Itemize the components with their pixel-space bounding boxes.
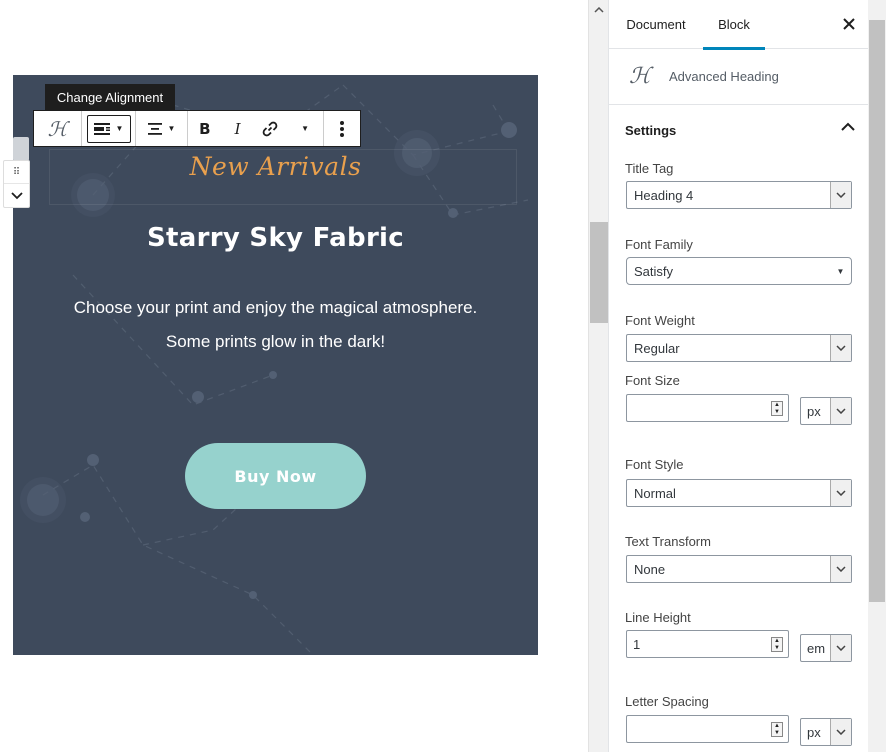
italic-button[interactable]: I: [222, 111, 254, 146]
paragraph-line[interactable]: Choose your print and enjoy the magical …: [13, 298, 538, 318]
change-alignment-button[interactable]: ▼: [82, 111, 135, 146]
chevron-down-icon: [830, 182, 851, 208]
font-family-label: Font Family: [625, 237, 693, 252]
scrollbar-thumb[interactable]: [590, 222, 608, 323]
font-size-unit: px: [807, 403, 821, 419]
editor-scrollbar[interactable]: [588, 0, 608, 752]
panel-title: Settings: [625, 122, 677, 138]
buy-now-button[interactable]: Buy Now: [185, 443, 366, 509]
tooltip: Change Alignment: [45, 84, 175, 116]
font-weight-value: Regular: [634, 340, 680, 356]
drag-handle-icon[interactable]: ⠿: [4, 161, 29, 184]
number-spinner-icon[interactable]: ▲ ▼: [771, 722, 783, 737]
font-style-select[interactable]: Normal: [626, 479, 852, 507]
caret-down-icon: ▼: [301, 124, 310, 133]
editor-canvas: New Arrivals Starry Sky Fabric Choose yo…: [0, 0, 588, 752]
close-sidebar-button[interactable]: [837, 12, 861, 36]
scroll-up-arrow[interactable]: [589, 0, 609, 20]
settings-sidebar: Document Block ℋ Advanced Heading Settin…: [608, 0, 869, 752]
number-spinner-icon[interactable]: ▲ ▼: [771, 637, 783, 652]
chevron-down-icon: [830, 556, 851, 582]
line-height-value: 1: [633, 636, 641, 652]
tab-document[interactable]: Document: [617, 0, 695, 49]
text-transform-value: None: [634, 561, 666, 577]
line-height-input[interactable]: 1 ▲ ▼: [626, 630, 789, 658]
sidebar-tabs: Document Block: [609, 0, 869, 50]
caret-down-icon: ▼: [836, 266, 845, 276]
link-icon: [263, 121, 278, 136]
more-formatting-button[interactable]: ▼: [287, 111, 323, 146]
text-transform-label: Text Transform: [625, 534, 711, 549]
font-size-input[interactable]: ▲ ▼: [626, 394, 789, 422]
line-height-label: Line Height: [625, 610, 691, 625]
close-icon: [843, 18, 855, 30]
paragraph-line[interactable]: Some prints glow in the dark!: [13, 332, 538, 352]
caret-down-icon: ▼: [167, 124, 176, 133]
letter-spacing-label: Letter Spacing: [625, 694, 709, 709]
font-style-label: Font Style: [625, 457, 684, 472]
font-size-label: Font Size: [625, 373, 680, 388]
block-toolbar: ℋ ▼ ▼ B I ▼: [33, 110, 361, 147]
tab-block[interactable]: Block: [703, 0, 765, 50]
chevron-down-icon: [830, 635, 851, 661]
block-name: Advanced Heading: [669, 69, 779, 84]
more-options-button[interactable]: [324, 111, 360, 146]
chevron-up-icon: [594, 7, 604, 13]
align-wide-icon: [93, 122, 110, 135]
block-type-icon[interactable]: ℋ: [34, 111, 81, 146]
font-weight-select[interactable]: Regular: [626, 334, 852, 362]
chevron-down-icon: [10, 191, 23, 199]
letter-spacing-unit-select[interactable]: px: [800, 718, 852, 746]
font-size-unit-select[interactable]: px: [800, 397, 852, 425]
chevron-up-icon: [841, 122, 855, 131]
subtitle-heading[interactable]: New Arrivals: [13, 152, 538, 181]
kebab-menu-icon: [340, 120, 344, 137]
font-family-value: Satisfy: [634, 263, 674, 279]
block-card: ℋ Advanced Heading: [609, 49, 869, 105]
advanced-heading-icon: ℋ: [629, 64, 651, 89]
text-transform-select[interactable]: None: [626, 555, 852, 583]
block-handle: [13, 137, 29, 161]
title-tag-label: Title Tag: [625, 161, 674, 176]
link-button[interactable]: [254, 111, 288, 146]
font-weight-label: Font Weight: [625, 313, 695, 328]
bold-button[interactable]: B: [188, 111, 222, 146]
number-spinner-icon[interactable]: ▲ ▼: [771, 401, 783, 416]
letter-spacing-input[interactable]: ▲ ▼: [626, 715, 789, 743]
block-mover: ⠿: [3, 160, 30, 208]
page-title[interactable]: Starry Sky Fabric: [13, 223, 538, 253]
font-family-select[interactable]: Satisfy ▼: [626, 257, 852, 285]
chevron-down-icon: [830, 719, 851, 745]
letter-spacing-unit: px: [807, 724, 821, 740]
line-height-unit-select[interactable]: em: [800, 634, 852, 662]
move-down-button[interactable]: [4, 184, 29, 207]
sidebar-scrollbar[interactable]: [868, 0, 886, 752]
align-center-icon: [147, 122, 162, 135]
font-style-value: Normal: [634, 485, 676, 501]
text-align-button[interactable]: ▼: [136, 111, 187, 146]
scrollbar-thumb[interactable]: [869, 20, 885, 602]
title-tag-value: Heading 4: [634, 187, 694, 203]
caret-down-icon: ▼: [115, 124, 124, 133]
chevron-down-icon: [830, 335, 851, 361]
line-height-unit: em: [807, 640, 826, 656]
title-tag-select[interactable]: Heading 4: [626, 181, 852, 209]
chevron-down-icon: [830, 398, 851, 424]
chevron-down-icon: [830, 480, 851, 506]
settings-panel-toggle[interactable]: Settings: [609, 106, 869, 154]
cover-block[interactable]: New Arrivals Starry Sky Fabric Choose yo…: [13, 75, 538, 655]
